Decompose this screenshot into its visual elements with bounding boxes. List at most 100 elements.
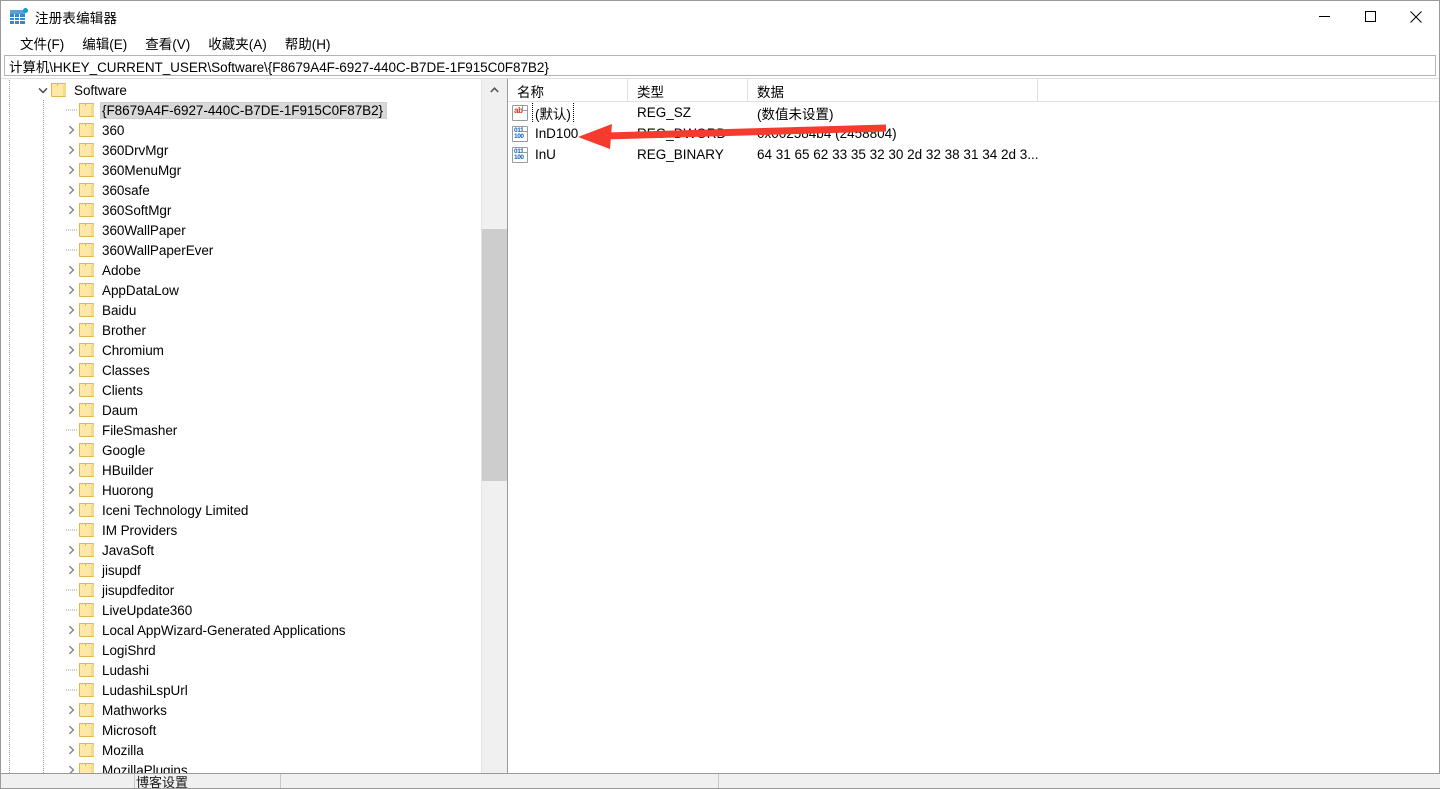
chevron-right-icon[interactable]: [63, 140, 79, 160]
chevron-right-icon[interactable]: [63, 380, 79, 400]
scrollbar-thumb[interactable]: [482, 229, 507, 481]
tree-item[interactable]: Microsoft: [1, 720, 480, 740]
tree-item[interactable]: jisupdfeditor: [1, 580, 480, 600]
tree-item[interactable]: Mozilla: [1, 740, 480, 760]
tree-item-label: Iceni Technology Limited: [101, 503, 251, 518]
tree-connector-line: [9, 100, 10, 120]
tree-item[interactable]: Clients: [1, 380, 480, 400]
tree-connector-line: [43, 340, 44, 360]
menu-item-2[interactable]: 编辑(E): [73, 31, 136, 56]
tree-indent: [1, 580, 63, 600]
column-header-type[interactable]: 类型: [628, 79, 748, 101]
string-value-icon: ab: [512, 105, 528, 121]
menu-item-4[interactable]: 收藏夹(A): [199, 31, 276, 56]
chevron-right-icon[interactable]: [63, 460, 79, 480]
tree-item[interactable]: 360safe: [1, 180, 480, 200]
tree-item-label: 360SoftMgr: [101, 203, 174, 218]
tree-connector-line: [9, 500, 10, 520]
tree-item[interactable]: Chromium: [1, 340, 480, 360]
value-row[interactable]: 011100InD100REG_DWORD0x002584b4 (2458804…: [508, 123, 1439, 144]
tree-item[interactable]: Baidu: [1, 300, 480, 320]
tree-item[interactable]: Classes: [1, 360, 480, 380]
tree-item[interactable]: FileSmasher: [1, 420, 480, 440]
tree-item[interactable]: Iceni Technology Limited: [1, 500, 480, 520]
menu-item-5[interactable]: 帮助(H): [276, 31, 340, 56]
chevron-right-icon[interactable]: [63, 400, 79, 420]
tree-item[interactable]: LogiShrd: [1, 640, 480, 660]
tree-item[interactable]: AppDataLow: [1, 280, 480, 300]
column-header-name[interactable]: 名称: [508, 79, 628, 101]
tree-indent: [1, 400, 63, 420]
menu-item-1[interactable]: 文件(F): [11, 31, 73, 56]
tree-vertical-scrollbar[interactable]: [481, 79, 507, 788]
tree-item-label: LudashiLspUrl: [101, 683, 191, 698]
registry-path-text: 计算机\HKEY_CURRENT_USER\Software\{F8679A4F…: [9, 56, 549, 76]
value-row[interactable]: ab(默认)REG_SZ(数值未设置): [508, 102, 1439, 123]
close-button[interactable]: [1393, 1, 1439, 32]
folder-icon: [79, 723, 96, 737]
tree-item[interactable]: 360WallPaper: [1, 220, 480, 240]
chevron-right-icon[interactable]: [63, 300, 79, 320]
chevron-right-icon[interactable]: [63, 360, 79, 380]
value-row[interactable]: 011100InUREG_BINARY64 31 65 62 33 35 32 …: [508, 144, 1439, 165]
chevron-right-icon[interactable]: [63, 160, 79, 180]
chevron-right-icon[interactable]: [63, 320, 79, 340]
tree-item[interactable]: 360SoftMgr: [1, 200, 480, 220]
chevron-right-icon[interactable]: [63, 120, 79, 140]
tree-connector-line: [9, 300, 10, 320]
chevron-right-icon[interactable]: [63, 280, 79, 300]
folder-icon: [79, 483, 96, 497]
chevron-right-icon[interactable]: [63, 620, 79, 640]
tree-indent: [1, 560, 63, 580]
tree-item[interactable]: Ludashi: [1, 660, 480, 680]
tree-connector-line: [9, 400, 10, 420]
chevron-right-icon[interactable]: [63, 560, 79, 580]
tree-item[interactable]: 360WallPaperEver: [1, 240, 480, 260]
status-bar-text: 博客设置: [136, 773, 188, 788]
tree-item[interactable]: Brother: [1, 320, 480, 340]
maximize-button[interactable]: [1347, 1, 1393, 32]
chevron-right-icon[interactable]: [63, 540, 79, 560]
tree-item[interactable]: 360MenuMgr: [1, 160, 480, 180]
chevron-right-icon[interactable]: [63, 720, 79, 740]
tree-item[interactable]: Google: [1, 440, 480, 460]
chevron-right-icon[interactable]: [63, 740, 79, 760]
tree-item[interactable]: JavaSoft: [1, 540, 480, 560]
chevron-right-icon[interactable]: [63, 480, 79, 500]
tree-indent: [1, 440, 63, 460]
tree-item[interactable]: Adobe: [1, 260, 480, 280]
chevron-right-icon[interactable]: [63, 440, 79, 460]
tree-item[interactable]: Daum: [1, 400, 480, 420]
address-bar[interactable]: 计算机\HKEY_CURRENT_USER\Software\{F8679A4F…: [4, 55, 1436, 76]
tree-item[interactable]: 360: [1, 120, 480, 140]
scroll-up-button[interactable]: [482, 79, 507, 101]
tree-item[interactable]: LudashiLspUrl: [1, 680, 480, 700]
tree-item[interactable]: HBuilder: [1, 460, 480, 480]
tree-item[interactable]: IM Providers: [1, 520, 480, 540]
tree-indent: [1, 360, 63, 380]
tree-item[interactable]: LiveUpdate360: [1, 600, 480, 620]
value-name: (默认): [533, 103, 573, 123]
chevron-down-icon[interactable]: [35, 80, 51, 100]
tree-connector-line: [43, 460, 44, 480]
tree-item[interactable]: {F8679A4F-6927-440C-B7DE-1F915C0F87B2}: [1, 100, 480, 120]
tree-item[interactable]: 360DrvMgr: [1, 140, 480, 160]
folder-icon: [79, 103, 96, 117]
tree-item-label: IM Providers: [101, 523, 180, 538]
chevron-right-icon[interactable]: [63, 340, 79, 360]
chevron-right-icon[interactable]: [63, 700, 79, 720]
menu-item-3[interactable]: 查看(V): [136, 31, 199, 56]
tree-item[interactable]: Software: [1, 80, 480, 100]
tree-item[interactable]: Huorong: [1, 480, 480, 500]
tree-connector-line: [43, 720, 44, 740]
chevron-right-icon[interactable]: [63, 260, 79, 280]
chevron-right-icon[interactable]: [63, 200, 79, 220]
tree-item[interactable]: Local AppWizard-Generated Applications: [1, 620, 480, 640]
chevron-right-icon[interactable]: [63, 640, 79, 660]
chevron-right-icon[interactable]: [63, 500, 79, 520]
column-header-data[interactable]: 数据: [748, 79, 1038, 101]
minimize-button[interactable]: [1301, 1, 1347, 32]
tree-item[interactable]: Mathworks: [1, 700, 480, 720]
chevron-right-icon[interactable]: [63, 180, 79, 200]
tree-item[interactable]: jisupdf: [1, 560, 480, 580]
